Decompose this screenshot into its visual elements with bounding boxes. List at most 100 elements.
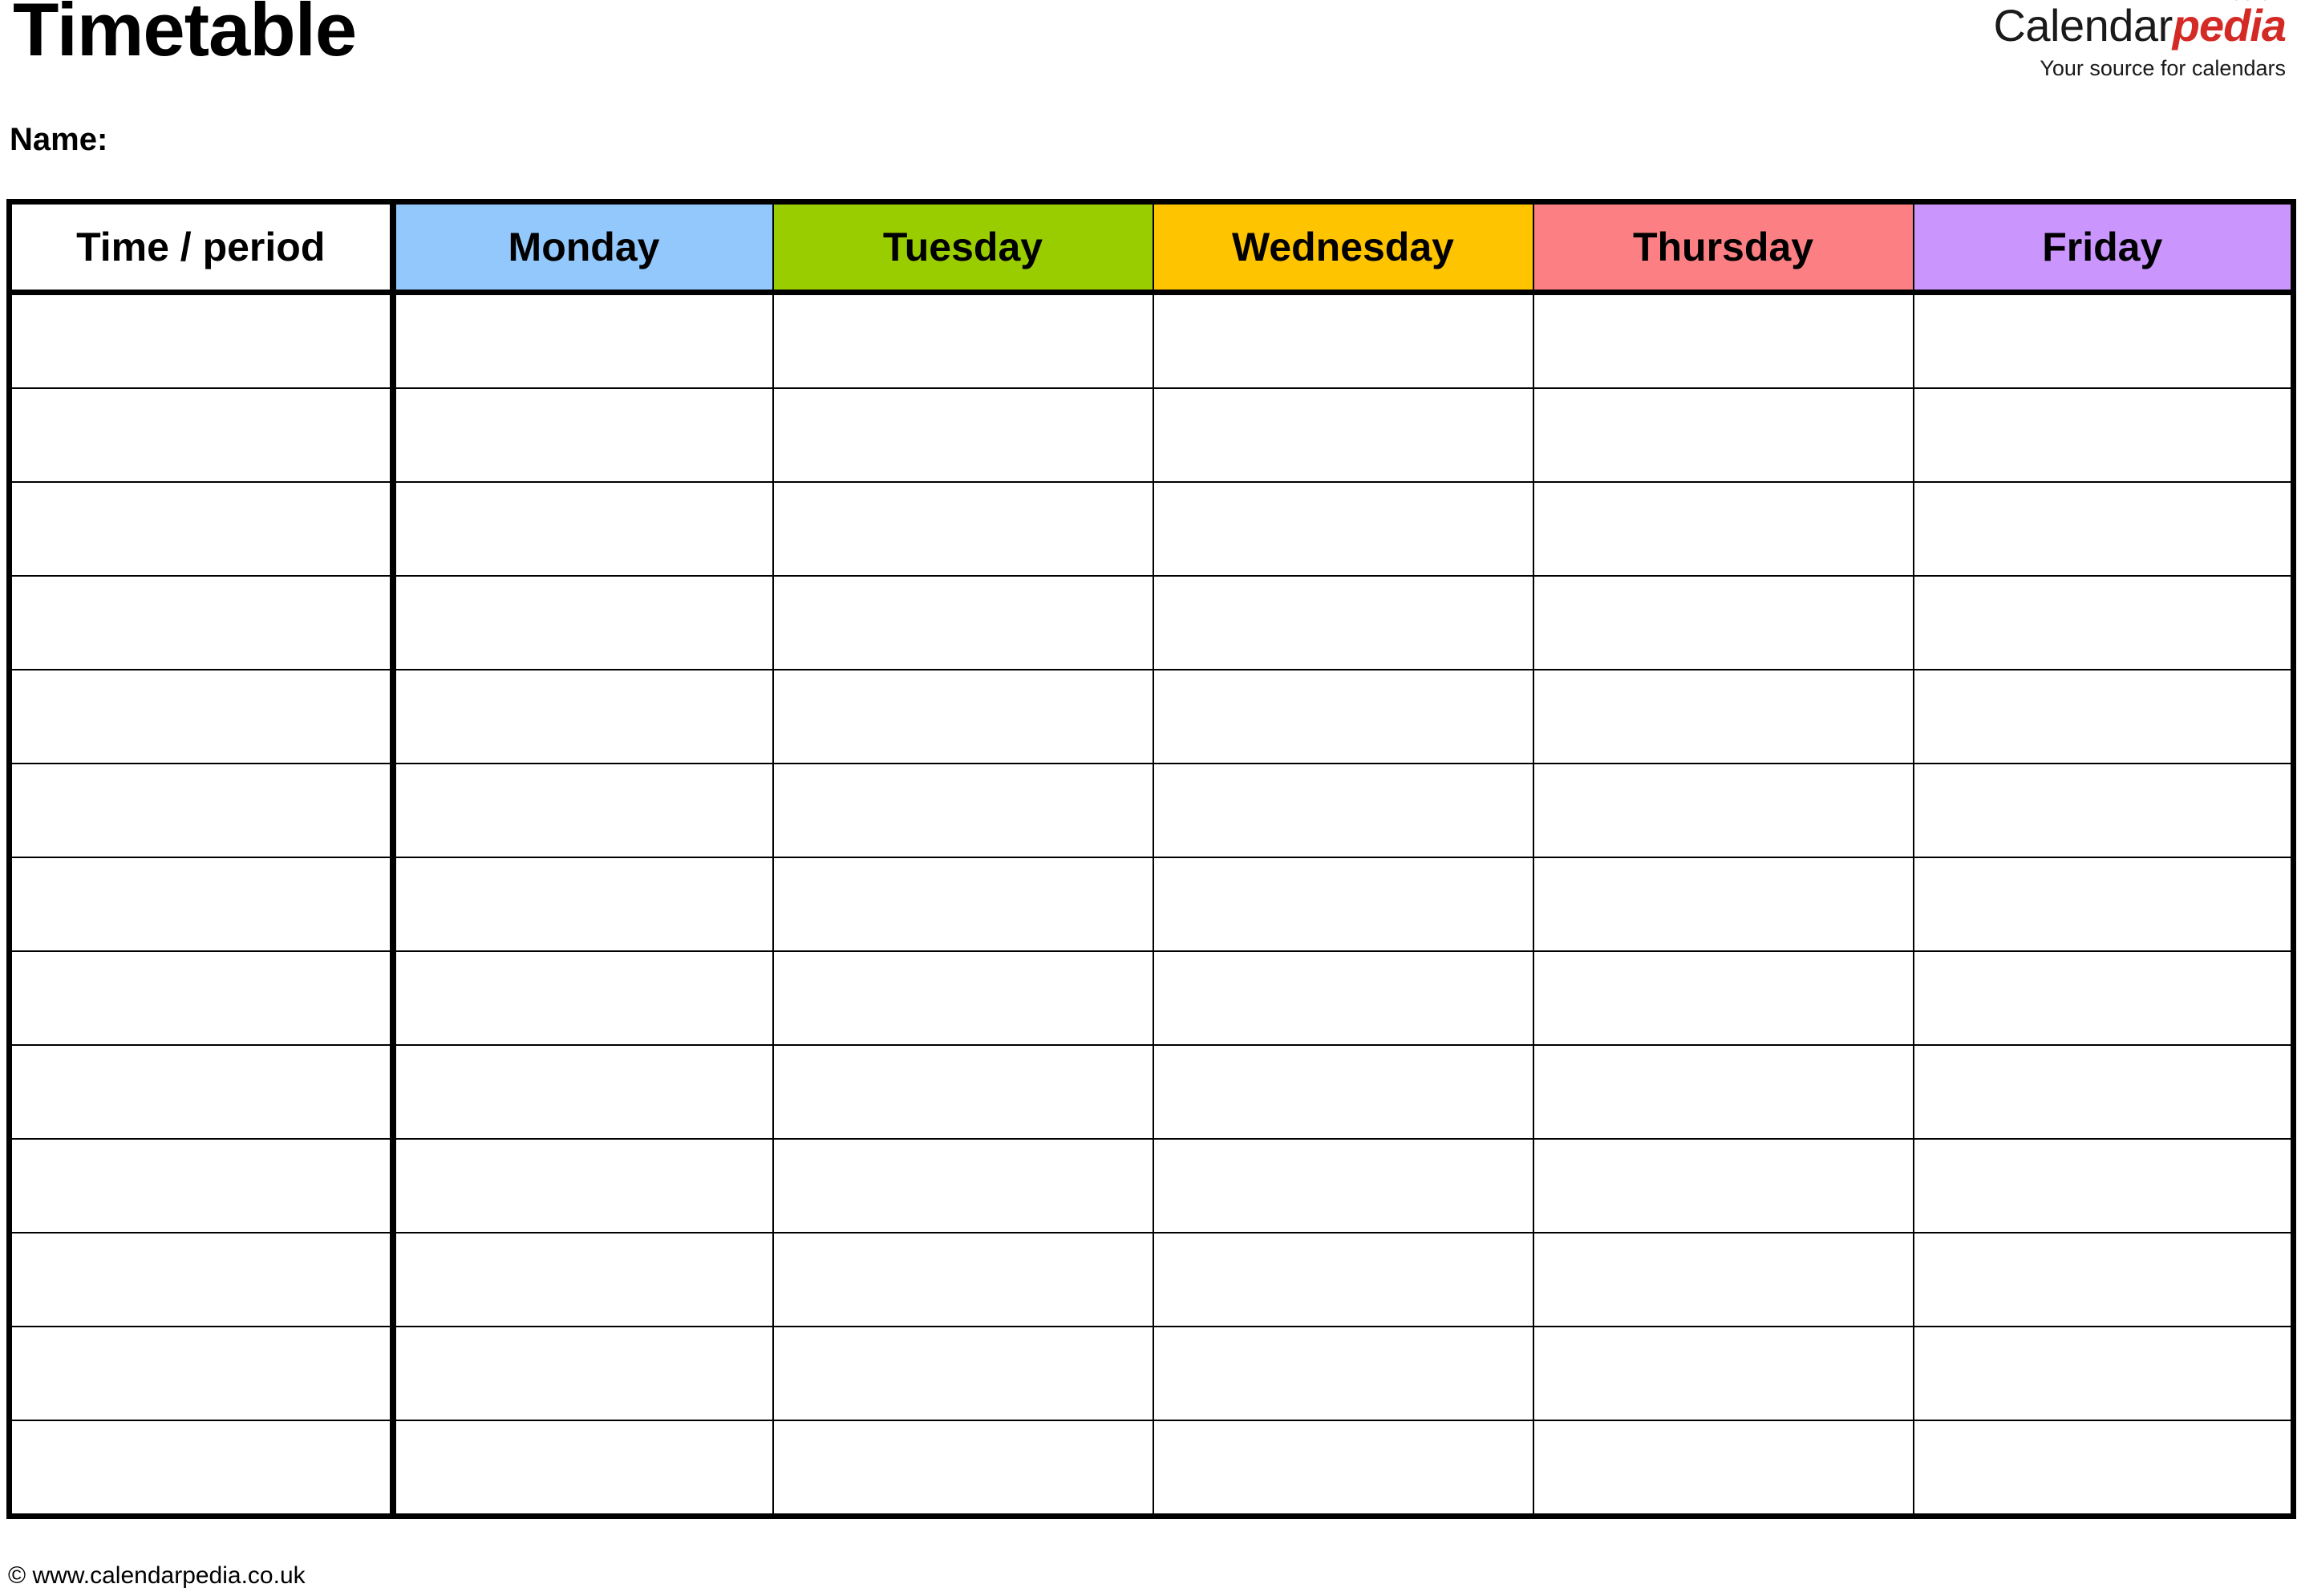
- cell-monday-7[interactable]: [391, 857, 774, 952]
- cell-thursday-11[interactable]: [1532, 1232, 1914, 1327]
- cell-friday-6[interactable]: [1912, 763, 2295, 858]
- cell-friday-8[interactable]: [1912, 950, 2295, 1046]
- cell-friday-4[interactable]: [1912, 575, 2295, 670]
- logo-word-calendar: Calendar: [1993, 0, 2173, 51]
- cell-monday-11[interactable]: [391, 1232, 774, 1327]
- cell-time-13[interactable]: [8, 1420, 396, 1517]
- cell-monday-12[interactable]: [391, 1326, 774, 1421]
- cell-wednesday-2[interactable]: [1152, 387, 1534, 483]
- cell-tuesday-3[interactable]: [772, 481, 1154, 577]
- cell-monday-5[interactable]: [391, 669, 774, 764]
- cell-wednesday-8[interactable]: [1152, 950, 1534, 1046]
- cell-tuesday-13[interactable]: [772, 1420, 1154, 1517]
- cell-thursday-9[interactable]: [1532, 1044, 1914, 1140]
- table-row: [8, 1420, 2295, 1517]
- cell-thursday-1[interactable]: [1532, 291, 1914, 389]
- table-row: [8, 291, 2295, 389]
- cell-monday-4[interactable]: [391, 575, 774, 670]
- cell-thursday-12[interactable]: [1532, 1326, 1914, 1421]
- cell-time-4[interactable]: [8, 575, 396, 670]
- cell-friday-7[interactable]: [1912, 857, 2295, 952]
- cell-thursday-4[interactable]: [1532, 575, 1914, 670]
- cell-friday-3[interactable]: [1912, 481, 2295, 577]
- cell-wednesday-12[interactable]: [1152, 1326, 1534, 1421]
- cell-thursday-2[interactable]: [1532, 387, 1914, 483]
- cell-friday-1[interactable]: [1912, 291, 2295, 389]
- cell-friday-13[interactable]: [1912, 1420, 2295, 1517]
- timetable-container: Time / period Monday Tuesday Wednesday Thurs…: [6, 199, 2296, 1519]
- cell-wednesday-6[interactable]: [1152, 763, 1534, 858]
- cell-time-11[interactable]: [8, 1232, 396, 1327]
- cell-monday-10[interactable]: [391, 1138, 774, 1233]
- cell-thursday-8[interactable]: [1532, 950, 1914, 1046]
- cell-tuesday-4[interactable]: [772, 575, 1154, 670]
- timetable-head: Time / period Monday Tuesday Wednesday Thurs…: [8, 201, 2295, 295]
- cell-wednesday-9[interactable]: [1152, 1044, 1534, 1140]
- cell-tuesday-2[interactable]: [772, 387, 1154, 483]
- timetable-header-row: Time / period Monday Tuesday Wednesday Thurs…: [8, 201, 2295, 295]
- table-row: [8, 1138, 2295, 1233]
- cell-tuesday-9[interactable]: [772, 1044, 1154, 1140]
- logo-tld: .co.uk: [2225, 0, 2283, 4]
- cell-wednesday-10[interactable]: [1152, 1138, 1534, 1233]
- cell-tuesday-6[interactable]: [772, 763, 1154, 858]
- column-header-tuesday: Tuesday: [772, 201, 1154, 295]
- table-row: [8, 575, 2295, 670]
- cell-wednesday-1[interactable]: [1152, 291, 1534, 389]
- cell-tuesday-1[interactable]: [772, 291, 1154, 389]
- cell-thursday-7[interactable]: [1532, 857, 1914, 952]
- cell-friday-11[interactable]: [1912, 1232, 2295, 1327]
- cell-time-5[interactable]: [8, 669, 396, 764]
- table-row: [8, 1326, 2295, 1421]
- cell-time-2[interactable]: [8, 387, 396, 483]
- cell-monday-9[interactable]: [391, 1044, 774, 1140]
- cell-friday-10[interactable]: [1912, 1138, 2295, 1233]
- cell-time-8[interactable]: [8, 950, 396, 1046]
- cell-tuesday-11[interactable]: [772, 1232, 1154, 1327]
- cell-monday-8[interactable]: [391, 950, 774, 1046]
- cell-time-1[interactable]: [8, 291, 396, 389]
- cell-tuesday-10[interactable]: [772, 1138, 1154, 1233]
- cell-tuesday-12[interactable]: [772, 1326, 1154, 1421]
- cell-monday-6[interactable]: [391, 763, 774, 858]
- table-row: [8, 387, 2295, 483]
- cell-thursday-10[interactable]: [1532, 1138, 1914, 1233]
- cell-friday-9[interactable]: [1912, 1044, 2295, 1140]
- cell-time-6[interactable]: [8, 763, 396, 858]
- cell-time-9[interactable]: [8, 1044, 396, 1140]
- cell-monday-1[interactable]: [391, 291, 774, 389]
- cell-time-12[interactable]: [8, 1326, 396, 1421]
- cell-time-3[interactable]: [8, 481, 396, 577]
- cell-wednesday-3[interactable]: [1152, 481, 1534, 577]
- column-header-friday: Friday: [1912, 201, 2295, 295]
- table-row: [8, 1232, 2295, 1327]
- logo-wordmark: Calendarpedia.co.uk: [1993, 0, 2287, 51]
- footer-copyright: © www.calendarpedia.co.uk: [8, 1562, 306, 1589]
- cell-tuesday-5[interactable]: [772, 669, 1154, 764]
- timetable-grid: Time / period Monday Tuesday Wednesday Thurs…: [6, 199, 2296, 1519]
- cell-monday-2[interactable]: [391, 387, 774, 483]
- cell-wednesday-11[interactable]: [1152, 1232, 1534, 1327]
- cell-thursday-6[interactable]: [1532, 763, 1914, 858]
- cell-wednesday-4[interactable]: [1152, 575, 1534, 670]
- cell-wednesday-13[interactable]: [1152, 1420, 1534, 1517]
- cell-time-7[interactable]: [8, 857, 396, 952]
- table-row: [8, 481, 2295, 577]
- cell-thursday-3[interactable]: [1532, 481, 1914, 577]
- cell-wednesday-5[interactable]: [1152, 669, 1534, 764]
- cell-friday-5[interactable]: [1912, 669, 2295, 764]
- cell-monday-13[interactable]: [391, 1420, 774, 1517]
- column-header-thursday: Thursday: [1532, 201, 1914, 295]
- cell-time-10[interactable]: [8, 1138, 396, 1233]
- cell-tuesday-7[interactable]: [772, 857, 1154, 952]
- page-header: Timetable Calendarpedia.co.uk Your sourc…: [6, 0, 2291, 104]
- cell-tuesday-8[interactable]: [772, 950, 1154, 1046]
- cell-wednesday-7[interactable]: [1152, 857, 1534, 952]
- page-title: Timetable: [13, 0, 357, 71]
- cell-thursday-13[interactable]: [1532, 1420, 1914, 1517]
- logo-tagline: Your source for calendars: [2040, 56, 2286, 80]
- cell-friday-12[interactable]: [1912, 1326, 2295, 1421]
- cell-thursday-5[interactable]: [1532, 669, 1914, 764]
- cell-monday-3[interactable]: [391, 481, 774, 577]
- cell-friday-2[interactable]: [1912, 387, 2295, 483]
